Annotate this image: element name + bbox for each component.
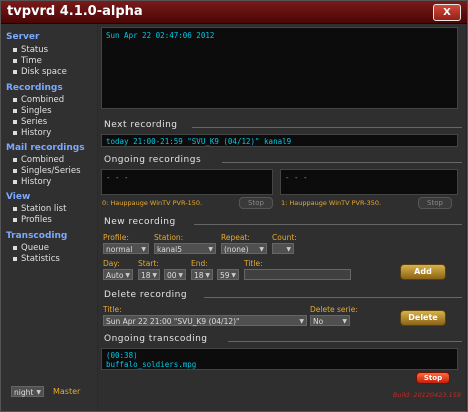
sidebar: Server Status Time Disk space Recordings…	[1, 24, 97, 411]
delete-button[interactable]: Delete	[400, 310, 446, 326]
chevron-down-icon: ▼	[286, 246, 291, 253]
delete-serie-label: Delete serie:	[310, 305, 358, 314]
profile-label: Profile:	[103, 233, 129, 242]
transcoding-panel: (00:38) buffalo_soldiers.mpg	[101, 348, 458, 370]
build-info: Build: 20120423.158	[392, 391, 461, 399]
start-minute-select[interactable]: 00 ▼	[164, 269, 186, 280]
bullet-icon	[13, 69, 17, 74]
title-label: Title:	[244, 259, 263, 268]
count-label: Count:	[272, 233, 297, 242]
bullet-icon	[13, 245, 17, 250]
station-select[interactable]: kanal5 ▼	[154, 243, 216, 254]
sidebar-section-transcoding[interactable]: Transcoding	[6, 231, 67, 241]
bullet-icon	[13, 217, 17, 222]
window-title: tvpvrd 4.1.0-alpha	[7, 4, 143, 19]
next-recording-heading: Next recording	[104, 120, 462, 130]
chevron-down-icon: ▼	[299, 318, 304, 325]
sidebar-item-combined[interactable]: Combined	[13, 95, 64, 105]
bullet-icon	[13, 157, 17, 162]
sidebar-item-mail-combined[interactable]: Combined	[13, 155, 64, 165]
next-recording-panel: today 21:00-21:59 "SVU_K9 (04/12)" kanal…	[101, 134, 458, 147]
sidebar-item-station-list[interactable]: Station list	[13, 204, 66, 214]
add-button[interactable]: Add	[400, 264, 446, 280]
bullet-icon	[13, 130, 17, 135]
tuner-1-stop-button[interactable]: Stop	[418, 197, 452, 209]
master-label: Master	[53, 387, 81, 396]
tuner-0-stop-button[interactable]: Stop	[239, 197, 273, 209]
next-recording-text: today 21:00-21:59 "SVU_K9 (04/12)" kanal…	[106, 137, 292, 146]
status-panel: Sun Apr 22 02:47:06 2012	[101, 27, 458, 109]
sidebar-item-status[interactable]: Status	[13, 45, 48, 55]
delete-serie-select[interactable]: No ▼	[310, 315, 350, 326]
chevron-down-icon: ▼	[205, 272, 210, 279]
count-select[interactable]: ▼	[272, 243, 294, 254]
sidebar-item-mail-history[interactable]: History	[13, 177, 51, 187]
bullet-icon	[13, 108, 17, 113]
end-label: End:	[191, 259, 208, 268]
new-recording-heading: New recording	[104, 217, 462, 227]
chevron-down-icon: ▼	[152, 272, 157, 279]
title-input[interactable]	[244, 269, 351, 280]
day-select[interactable]: Auto ▼	[103, 269, 133, 280]
bullet-icon	[13, 58, 17, 63]
delete-title-select[interactable]: Sun Apr 22 21:00 "SVU_K9 (04/12)" ▼	[103, 315, 307, 326]
bullet-icon	[13, 97, 17, 102]
bullet-icon	[13, 47, 17, 52]
sidebar-section-recordings[interactable]: Recordings	[6, 83, 63, 93]
sidebar-item-queue[interactable]: Queue	[13, 243, 49, 253]
status-text: Sun Apr 22 02:47:06 2012	[106, 31, 215, 40]
chevron-down-icon: ▼	[178, 272, 183, 279]
chevron-down-icon: ▼	[208, 246, 213, 253]
repeat-select[interactable]: (none) ▼	[221, 243, 267, 254]
sidebar-item-singles-series[interactable]: Singles/Series	[13, 166, 81, 176]
sidebar-item-profiles[interactable]: Profiles	[13, 215, 52, 225]
transcoding-file: buffalo_soldiers.mpg	[106, 360, 197, 369]
sidebar-section-mail-recordings[interactable]: Mail recordings	[6, 143, 85, 153]
theme-select[interactable]: night ▼	[11, 386, 44, 397]
start-label: Start:	[138, 259, 159, 268]
tuner-1-label: 1: Hauppauge WinTV PVR-350.	[281, 199, 382, 207]
tuner-0-label: 0: Hauppauge WinTV PVR-150.	[102, 199, 203, 207]
sidebar-item-time[interactable]: Time	[13, 56, 42, 66]
ongoing-transcoding-heading: Ongoing transcoding	[104, 334, 462, 344]
transcoding-time: (00:38)	[106, 351, 138, 360]
close-button[interactable]: X	[433, 4, 461, 21]
tuner-1-panel: - - -	[280, 169, 458, 195]
main-content: Sun Apr 22 02:47:06 2012 Next recording …	[98, 24, 465, 411]
transcoding-stop-button[interactable]: Stop	[416, 372, 450, 384]
start-hour-select[interactable]: 18 ▼	[138, 269, 160, 280]
profile-select[interactable]: normal ▼	[103, 243, 149, 254]
sidebar-item-singles[interactable]: Singles	[13, 106, 52, 116]
ongoing-recordings-heading: Ongoing recordings	[104, 155, 462, 165]
chevron-down-icon: ▼	[342, 318, 347, 325]
chevron-down-icon: ▼	[231, 272, 236, 279]
chevron-down-icon: ▼	[125, 272, 130, 279]
day-label: Day:	[103, 259, 120, 268]
sidebar-item-statistics[interactable]: Statistics	[13, 254, 60, 264]
sidebar-item-series[interactable]: Series	[13, 117, 47, 127]
chevron-down-icon: ▼	[259, 246, 264, 253]
bullet-icon	[13, 168, 17, 173]
end-hour-select[interactable]: 18 ▼	[191, 269, 213, 280]
sidebar-section-view[interactable]: View	[6, 192, 30, 202]
bullet-icon	[13, 179, 17, 184]
delete-title-label: Title:	[103, 305, 122, 314]
bullet-icon	[13, 119, 17, 124]
delete-recording-heading: Delete recording	[104, 290, 462, 300]
station-label: Station:	[154, 233, 184, 242]
chevron-down-icon: ▼	[36, 389, 41, 396]
bullet-icon	[13, 256, 17, 261]
sidebar-item-history[interactable]: History	[13, 128, 51, 138]
title-bar: tvpvrd 4.1.0-alpha X	[1, 1, 467, 24]
sidebar-item-disk-space[interactable]: Disk space	[13, 67, 67, 77]
repeat-label: Repeat:	[221, 233, 250, 242]
bullet-icon	[13, 206, 17, 211]
app-window: tvpvrd 4.1.0-alpha X Server Status Time …	[0, 0, 468, 412]
sidebar-section-server[interactable]: Server	[6, 32, 39, 42]
chevron-down-icon: ▼	[141, 246, 146, 253]
tuner-0-panel: - - -	[101, 169, 273, 195]
end-minute-select[interactable]: 59 ▼	[217, 269, 239, 280]
